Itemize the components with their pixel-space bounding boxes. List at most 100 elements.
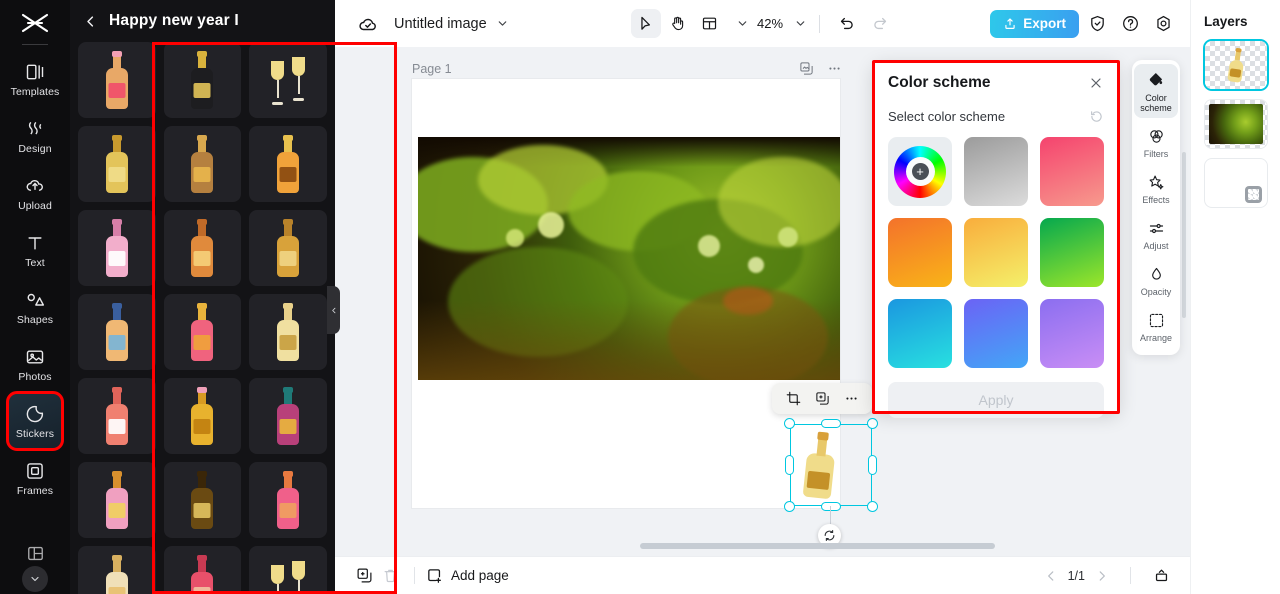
shield-icon[interactable] bbox=[1082, 9, 1112, 39]
layer-photo-leaves[interactable] bbox=[1204, 100, 1267, 148]
sticker-item[interactable] bbox=[249, 378, 327, 454]
layout-chevron-down-icon[interactable] bbox=[736, 17, 749, 30]
page-actions bbox=[799, 61, 842, 76]
reset-icon[interactable] bbox=[1089, 109, 1104, 124]
sticker-item[interactable] bbox=[249, 462, 327, 538]
selection-handle-top-right[interactable] bbox=[867, 418, 878, 429]
layer-sticker-bottle[interactable] bbox=[1204, 41, 1267, 89]
zoom-chevron-down-icon[interactable] bbox=[794, 17, 807, 30]
tool-opacity[interactable]: Opacity bbox=[1134, 258, 1178, 302]
tool-color-scheme[interactable]: Color scheme bbox=[1134, 64, 1178, 119]
sticker-item[interactable] bbox=[249, 210, 327, 286]
panel-collapse-handle[interactable] bbox=[327, 286, 340, 334]
swatch-cyan[interactable] bbox=[888, 299, 952, 368]
select-tool-button[interactable] bbox=[630, 9, 661, 38]
swatch-pink-red[interactable] bbox=[1040, 137, 1104, 206]
zoom-level-value[interactable]: 42% bbox=[757, 16, 783, 31]
selection-handle-bottom-right[interactable] bbox=[867, 501, 878, 512]
selection-handle-bottom-left[interactable] bbox=[784, 501, 795, 512]
tool-label-arrange: Arrange bbox=[1139, 333, 1173, 344]
swatch-green[interactable] bbox=[1040, 218, 1104, 287]
custom-color-wheel[interactable]: + bbox=[888, 137, 952, 206]
swatch-blue[interactable] bbox=[964, 299, 1028, 368]
undo-icon[interactable] bbox=[832, 9, 862, 39]
selection-box[interactable] bbox=[784, 418, 878, 512]
capcut-logo-icon[interactable] bbox=[15, 9, 55, 37]
sidebar-item-frames[interactable]: Frames bbox=[8, 450, 62, 506]
tool-arrange[interactable]: Arrange bbox=[1134, 304, 1178, 348]
swatch-yellow[interactable] bbox=[964, 218, 1028, 287]
sticker-item[interactable] bbox=[78, 546, 156, 594]
layer-background[interactable] bbox=[1204, 159, 1267, 207]
duplicate-icon[interactable] bbox=[811, 388, 833, 410]
apply-button[interactable]: Apply bbox=[888, 382, 1104, 418]
collage-icon[interactable] bbox=[24, 542, 46, 564]
sticker-item[interactable] bbox=[249, 126, 327, 202]
document-name-chevron-down-icon[interactable] bbox=[496, 17, 509, 30]
object-more-horizontal-icon[interactable] bbox=[840, 388, 862, 410]
sidebar-item-shapes[interactable]: Shapes bbox=[8, 279, 62, 335]
sticker-item[interactable] bbox=[78, 126, 156, 202]
sidebar-item-stickers[interactable]: Stickers bbox=[6, 391, 64, 451]
selection-handle-top[interactable] bbox=[821, 419, 841, 428]
present-icon[interactable] bbox=[1148, 563, 1174, 589]
sidebar-item-photos[interactable]: Photos bbox=[8, 336, 62, 392]
sticker-item[interactable] bbox=[78, 42, 156, 118]
page-more-horizontal-icon[interactable] bbox=[827, 61, 842, 76]
selection-handle-left[interactable] bbox=[785, 455, 794, 475]
selection-handle-bottom[interactable] bbox=[821, 502, 841, 511]
selected-sticker-bottle bbox=[799, 430, 842, 500]
sidebar-label-design: Design bbox=[18, 142, 52, 155]
sticker-item[interactable] bbox=[249, 546, 327, 594]
add-page-button[interactable]: Add page bbox=[426, 567, 509, 584]
sticker-item[interactable] bbox=[163, 42, 242, 118]
settings-icon[interactable] bbox=[1148, 9, 1178, 39]
sidebar-item-design[interactable]: Design bbox=[8, 108, 62, 164]
crop-icon[interactable] bbox=[782, 388, 804, 410]
rotate-connector bbox=[830, 506, 831, 524]
sticker-item[interactable] bbox=[249, 294, 327, 370]
sticker-item[interactable] bbox=[163, 294, 242, 370]
sliders-icon bbox=[1146, 218, 1166, 238]
layout-tool-button[interactable] bbox=[695, 9, 725, 38]
prev-page-chevron-left-icon[interactable] bbox=[1040, 565, 1062, 587]
next-page-chevron-right-icon[interactable] bbox=[1091, 565, 1113, 587]
selection-handle-top-left[interactable] bbox=[784, 418, 795, 429]
cloud-sync-icon[interactable] bbox=[355, 11, 381, 37]
sidebar-item-upload[interactable]: Upload bbox=[8, 165, 62, 221]
close-icon[interactable] bbox=[1088, 75, 1104, 91]
back-chevron-icon[interactable] bbox=[82, 13, 98, 29]
help-icon[interactable] bbox=[1115, 9, 1145, 39]
tool-filters[interactable]: Filters bbox=[1134, 120, 1178, 164]
rail-expand-button[interactable] bbox=[22, 566, 48, 592]
sticker-item[interactable] bbox=[78, 378, 156, 454]
tool-effects[interactable]: Effects bbox=[1134, 166, 1178, 210]
sticker-grid-scroll[interactable] bbox=[70, 42, 335, 594]
sidebar-item-text[interactable]: Text bbox=[8, 222, 62, 278]
sticker-item[interactable] bbox=[78, 294, 156, 370]
swatch-orange[interactable] bbox=[888, 218, 952, 287]
export-button[interactable]: Export bbox=[990, 9, 1079, 38]
sticker-item[interactable] bbox=[78, 210, 156, 286]
tool-adjust[interactable]: Adjust bbox=[1134, 212, 1178, 256]
canvas-horizontal-scrollbar[interactable] bbox=[640, 543, 995, 549]
hand-tool-button[interactable] bbox=[663, 9, 693, 38]
canvas-page[interactable] bbox=[412, 79, 840, 508]
sticker-item[interactable] bbox=[163, 210, 242, 286]
sticker-item[interactable] bbox=[163, 546, 242, 594]
sticker-item[interactable] bbox=[163, 378, 242, 454]
duplicate-page-button[interactable] bbox=[351, 563, 377, 589]
canvas-photo-leaves[interactable] bbox=[418, 137, 840, 380]
sticker-item[interactable] bbox=[78, 462, 156, 538]
document-name[interactable]: Untitled image bbox=[394, 16, 487, 32]
sticker-item[interactable] bbox=[163, 462, 242, 538]
paint-bucket-icon bbox=[1146, 70, 1166, 90]
duplicate-page-icon[interactable] bbox=[799, 61, 814, 76]
sidebar-item-templates[interactable]: Templates bbox=[8, 51, 62, 107]
swatch-grey[interactable] bbox=[964, 137, 1028, 206]
sticker-item[interactable] bbox=[163, 126, 242, 202]
tool-rail-scrollbar[interactable] bbox=[1182, 152, 1186, 318]
sticker-item[interactable] bbox=[249, 42, 327, 118]
swatch-purple[interactable] bbox=[1040, 299, 1104, 368]
selection-handle-right[interactable] bbox=[868, 455, 877, 475]
